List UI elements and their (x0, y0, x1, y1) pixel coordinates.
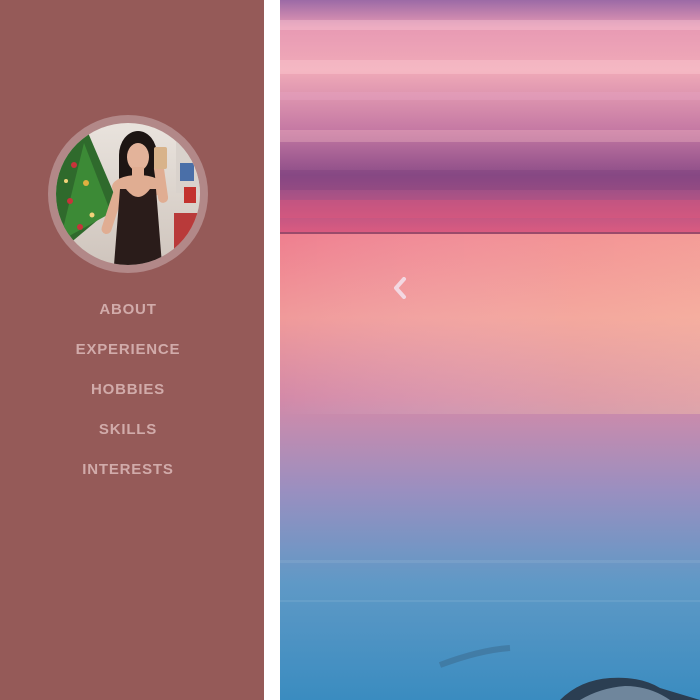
hero-image (280, 0, 700, 700)
nav-item-hobbies: HOBBIES (0, 370, 256, 410)
profile-photo (56, 123, 200, 265)
nav-link-skills[interactable]: SKILLS (99, 421, 157, 438)
sidebar-gutter (264, 0, 280, 700)
nav-link-hobbies[interactable]: HOBBIES (91, 381, 165, 398)
profile-frame (48, 115, 208, 273)
nav-link-interests[interactable]: INTERESTS (82, 461, 173, 478)
nav-item-skills: SKILLS (0, 410, 256, 450)
chevron-left-icon (394, 277, 406, 299)
sidebar: ABOUT EXPERIENCE HOBBIES SKILLS INTEREST… (0, 0, 264, 700)
nav-link-about[interactable]: ABOUT (99, 301, 156, 318)
nav-item-interests: INTERESTS (0, 450, 256, 490)
nav-item-experience: EXPERIENCE (0, 330, 256, 370)
nav-link-experience[interactable]: EXPERIENCE (76, 341, 181, 358)
carousel-prev-button[interactable] (385, 272, 415, 304)
sidebar-nav: ABOUT EXPERIENCE HOBBIES SKILLS INTEREST… (0, 290, 256, 490)
hero-carousel (280, 0, 700, 700)
page: ABOUT EXPERIENCE HOBBIES SKILLS INTEREST… (0, 0, 700, 700)
nav-item-about: ABOUT (0, 290, 256, 330)
